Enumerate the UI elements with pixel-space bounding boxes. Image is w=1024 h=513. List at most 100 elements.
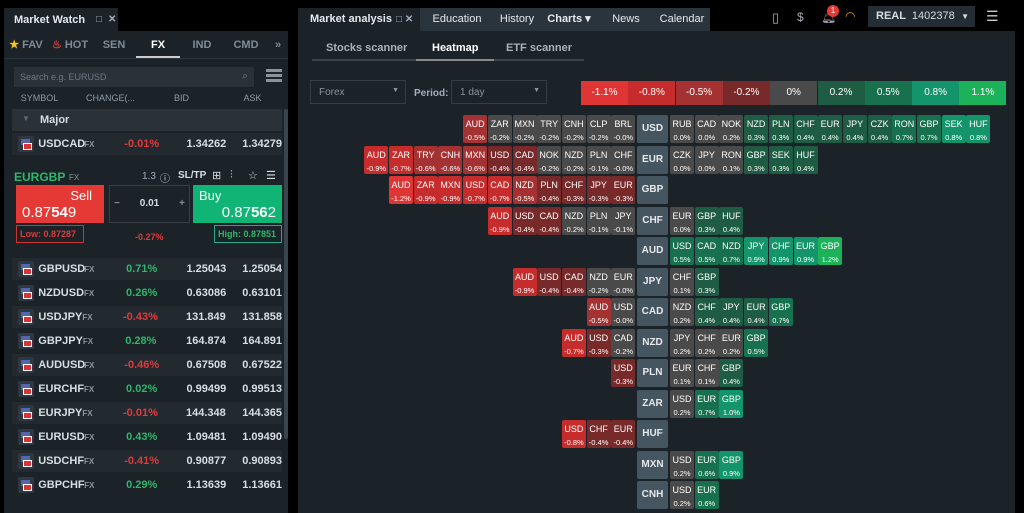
list-add-icon[interactable]: ☰	[266, 169, 276, 182]
heatmap-cell[interactable]: GBP 0.7%	[917, 115, 941, 143]
symbol-row-usdcad[interactable]: USDCAD FX -0.01% 1.34262 1.34279	[12, 133, 282, 155]
heatmap-cell[interactable]: EUR 0.0%	[670, 206, 694, 235]
heatmap-cell[interactable]: CLP -0.2%	[586, 115, 611, 143]
heatmap-cell[interactable]: GBP 0.3%	[694, 267, 719, 296]
add-icon[interactable]: ⊞	[212, 169, 221, 182]
heatmap-cell[interactable]: CAD -0.7%	[487, 176, 512, 204]
heatmap-cell[interactable]: USD -0.3%	[586, 328, 611, 357]
symbol-row[interactable]: GBPCHF FX 0.29% 1.13639 1.13661	[12, 474, 282, 496]
heatmap-cell[interactable]: GBP 0.5%	[744, 328, 769, 357]
heatmap-base-huf[interactable]: HUF	[637, 420, 668, 448]
tab-history[interactable]: History	[494, 8, 540, 31]
heatmap-cell[interactable]: AUD -0.9%	[364, 145, 389, 174]
star-icon[interactable]: ☆	[248, 169, 258, 182]
heatmap-base-mxn[interactable]: MXN	[637, 450, 668, 479]
heatmap-cell[interactable]: CNH -0.6%	[438, 145, 463, 174]
heatmap-cell[interactable]: EUR 0.2%	[719, 328, 744, 357]
heatmap-cell[interactable]: EUR -0.3%	[611, 176, 636, 204]
heatmap-cell[interactable]: GBP 0.3%	[694, 206, 719, 235]
heatmap-cell[interactable]: CZK 0.4%	[867, 115, 892, 143]
tab-calendar[interactable]: Calendar	[654, 8, 710, 31]
heatmap-cell[interactable]: CHF 0.1%	[694, 359, 719, 387]
symbol-row[interactable]: GBPUSD FX 0.71% 1.25043 1.25054	[12, 258, 282, 280]
tab-heatmap[interactable]: Heatmap	[416, 42, 494, 61]
heatmap-cell[interactable]: JPY 0.9%	[744, 237, 769, 265]
close-icon[interactable]: ✕	[108, 14, 116, 25]
heatmap-cell[interactable]: USD -0.7%	[463, 176, 488, 204]
heatmap-cell[interactable]: NOK -0.2%	[537, 145, 562, 174]
symbol-row[interactable]: EURUSD FX 0.43% 1.09481 1.09490	[12, 426, 282, 448]
tab-etf-scanner[interactable]: ETF scanner	[494, 42, 584, 61]
heatmap-cell[interactable]: USD 0.2%	[670, 389, 694, 418]
heatmap-cell[interactable]: JPY -0.3%	[586, 176, 611, 204]
heatmap-cell[interactable]: SEK 0.8%	[941, 115, 966, 143]
heatmap-cell[interactable]: CNH -0.2%	[561, 115, 586, 143]
heatmap-cell[interactable]: CHF 0.4%	[694, 298, 719, 326]
heatmap-cell[interactable]: MXN -0.2%	[512, 115, 537, 143]
heatmap-base-chf[interactable]: CHF	[637, 206, 668, 235]
heatmap-cell[interactable]: JPY -0.1%	[611, 206, 636, 235]
symbol-row[interactable]: EURJPY FX -0.01% 144.348 144.365	[12, 402, 282, 424]
tab-cmd[interactable]: CMD	[224, 31, 268, 58]
heatmap-cell[interactable]: CHF -0.4%	[586, 420, 611, 448]
menu-icon[interactable]: ☰	[986, 8, 999, 25]
account-selector[interactable]: REAL 1402378 ▼	[868, 6, 975, 27]
heatmap-cell[interactable]: ZAR -0.9%	[413, 176, 438, 204]
market-dropdown[interactable]: Forex ▼	[310, 80, 406, 104]
heatmap-cell[interactable]: HUF 0.4%	[719, 206, 744, 235]
heatmap-cell[interactable]: EUR 0.1%	[670, 359, 694, 387]
symbol-row[interactable]: EURCHF FX 0.02% 0.99499 0.99513	[12, 378, 282, 400]
heatmap-cell[interactable]: PLN -0.1%	[586, 145, 611, 174]
heatmap-cell[interactable]: NZD 0.3%	[744, 115, 769, 143]
heatmap-cell[interactable]: NZD -0.2%	[586, 267, 611, 296]
heatmap-cell[interactable]: EUR -0.4%	[611, 420, 636, 448]
tab-sen[interactable]: SEN	[92, 31, 136, 58]
heatmap-cell[interactable]: CAD -0.4%	[561, 267, 586, 296]
heatmap-cell[interactable]: CHF 0.4%	[793, 115, 818, 143]
heatmap-cell[interactable]: HUF 0.8%	[966, 115, 991, 143]
heatmap-cell[interactable]: CAD -0.2%	[611, 328, 636, 357]
group-major[interactable]: ▼ Major	[12, 109, 282, 131]
heatmap-cell[interactable]: GBP 0.3%	[744, 145, 769, 174]
sell-button[interactable]: Sell 0.87549	[16, 185, 104, 223]
symbol-row[interactable]: NZDUSD FX 0.26% 0.63086 0.63101	[12, 282, 282, 304]
decrease-button[interactable]: −	[114, 186, 120, 222]
heatmap-cell[interactable]: JPY 0.0%	[694, 145, 719, 174]
tab-hot[interactable]: ♨ HOT	[48, 31, 92, 58]
tab-stocks-scanner[interactable]: Stocks scanner	[312, 42, 416, 61]
tab-ind[interactable]: IND	[180, 31, 224, 58]
market-watch-tab[interactable]: Market Watch □ ✕	[4, 8, 118, 31]
heatmap-cell[interactable]: NZD 0.2%	[670, 298, 694, 326]
info-icon[interactable]: ⓘ	[160, 170, 170, 185]
period-dropdown[interactable]: 1 day ▼	[451, 80, 547, 104]
heatmap-cell[interactable]: CHF 0.1%	[670, 267, 694, 296]
heatmap-cell[interactable]: PLN -0.1%	[586, 206, 611, 235]
heatmap-cell[interactable]: BRL -0.0%	[611, 115, 636, 143]
heatmap-cell[interactable]: RUB 0.0%	[670, 115, 694, 143]
heatmap-cell[interactable]: USD 0.2%	[670, 450, 694, 479]
heatmap-cell[interactable]: CAD -0.4%	[537, 206, 562, 235]
more-tabs-icon[interactable]: »	[268, 31, 288, 58]
dollar-signal-icon[interactable]: $	[797, 10, 804, 24]
heatmap-cell[interactable]: EUR 0.9%	[793, 237, 818, 265]
heatmap-cell[interactable]: NZD 0.7%	[719, 237, 744, 265]
heatmap-cell[interactable]: CHF -0.3%	[561, 176, 586, 204]
search-input[interactable]: Search e.g. EURUSD ⌕	[14, 67, 254, 87]
heatmap-cell[interactable]: MXN -0.6%	[463, 145, 488, 174]
heatmap-cell[interactable]: USD -0.8%	[561, 420, 586, 448]
heatmap-base-aud[interactable]: AUD	[637, 237, 668, 265]
heatmap-cell[interactable]: USD -0.4%	[487, 145, 512, 174]
heatmap-cell[interactable]: EUR 0.7%	[694, 389, 719, 418]
heatmap-cell[interactable]: USD 0.2%	[670, 481, 694, 509]
heatmap-base-gbp[interactable]: GBP	[637, 176, 668, 204]
heatmap-cell[interactable]: EUR 0.4%	[744, 298, 769, 326]
heatmap-cell[interactable]: AUD -0.9%	[512, 267, 537, 296]
symbol-row[interactable]: USDJPY FX -0.43% 131.849 131.858	[12, 306, 282, 328]
heatmap-cell[interactable]: NZD -0.5%	[512, 176, 537, 204]
volume-stepper[interactable]: −0.01 +	[109, 185, 190, 223]
heatmap-cell[interactable]: EUR -0.0%	[611, 267, 636, 296]
scrollbar[interactable]	[284, 109, 288, 439]
heatmap-cell[interactable]: USD -0.3%	[611, 359, 636, 387]
heatmap-cell[interactable]: USD -0.4%	[512, 206, 537, 235]
heatmap-cell[interactable]: AUD -1.2%	[389, 176, 413, 204]
